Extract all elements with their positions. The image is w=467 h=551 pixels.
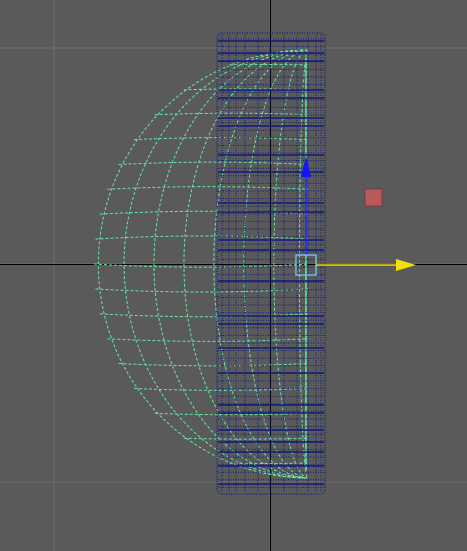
hemisphere-latitude-line	[107, 338, 309, 342]
red-square-marker	[364, 188, 383, 207]
y-axis-arrowhead	[301, 156, 311, 177]
hemisphere-latitude-line	[107, 186, 309, 190]
move-x-axis-handle[interactable]	[316, 259, 416, 271]
move-manipulator[interactable]	[295, 156, 416, 276]
hemisphere-latitude-line	[118, 363, 309, 367]
viewport-canvas[interactable]	[0, 0, 467, 551]
x-axis-arrowhead	[396, 259, 416, 271]
world-axes	[0, 0, 467, 551]
viewport-grid	[0, 0, 467, 551]
hemisphere-latitude-line	[154, 112, 309, 116]
3d-viewport[interactable]	[0, 0, 467, 551]
selected-point-marker[interactable]	[364, 188, 383, 207]
hemisphere-latitude-line	[118, 161, 309, 165]
